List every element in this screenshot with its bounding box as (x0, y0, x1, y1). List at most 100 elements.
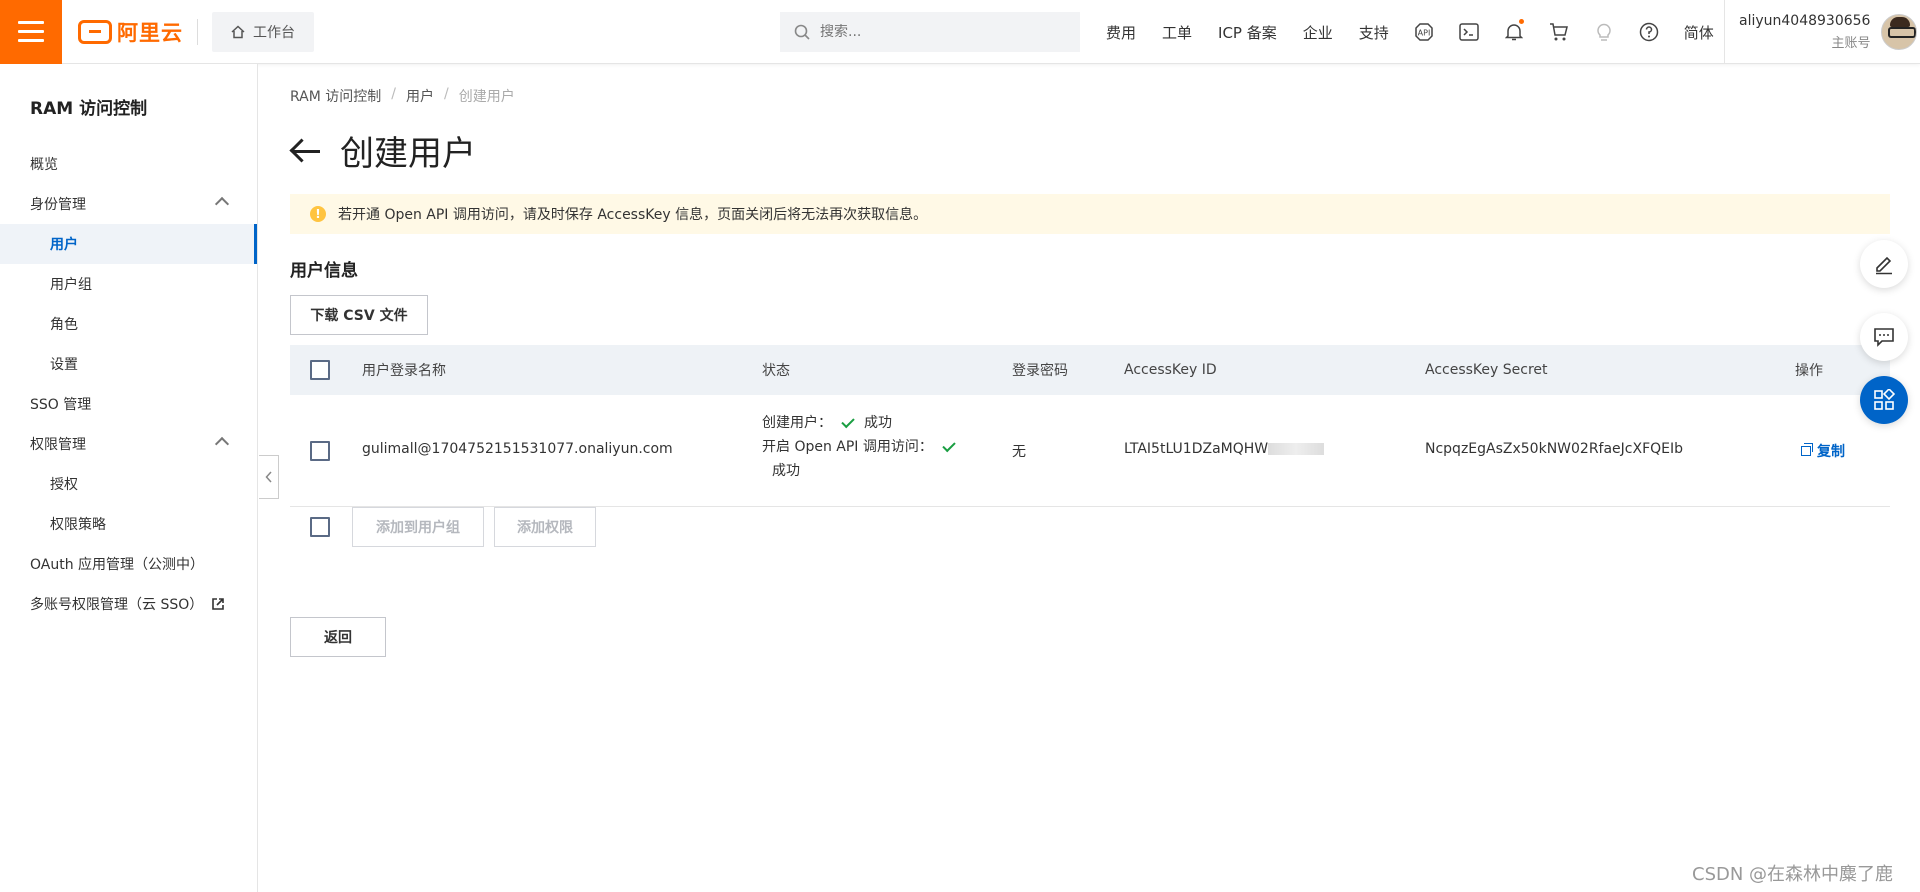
nav-billing[interactable]: 费用 (1106, 22, 1136, 43)
chat-icon (1874, 328, 1894, 347)
sidebar-item-label: SSO 管理 (30, 397, 92, 413)
sidebar-item-overview[interactable]: 概览 (0, 144, 257, 184)
breadcrumb-separator: / (391, 86, 396, 102)
breadcrumb-users[interactable]: 用户 (406, 86, 434, 106)
user-role: 主账号 (1831, 36, 1871, 51)
status-create-label: 创建用户： (762, 415, 832, 431)
success-check-icon (942, 438, 956, 452)
add-permission-button[interactable]: 添加权限 (494, 507, 596, 547)
aliyun-logo[interactable]: 阿里云 (78, 0, 183, 64)
sidebar-item-identity[interactable]: 身份管理 (0, 184, 257, 224)
sidebar-item-sso[interactable]: SSO 管理 (0, 384, 257, 424)
top-nav-links: 费用 工单 ICP 备案 企业 支持 API 简体 (1106, 0, 1714, 64)
divider (197, 18, 198, 45)
header-actions: 操作 (1795, 363, 1823, 379)
access-key-secret: NcpqzEgAsZx50kNW02RfaeJcXFQEIb (1425, 441, 1684, 457)
sidebar-item-grant[interactable]: 授权 (0, 464, 257, 504)
table-header: 用户登录名称 状态 登录密码 AccessKey ID AccessKey Se… (290, 345, 1890, 395)
cart-icon[interactable] (1548, 21, 1570, 43)
search-input[interactable] (820, 24, 1050, 40)
sidebar-item-roles[interactable]: 角色 (0, 304, 257, 344)
row-checkbox[interactable] (310, 441, 330, 461)
search-box[interactable] (780, 12, 1080, 52)
sidebar-item-label: 设置 (50, 357, 78, 373)
sidebar-item-oauth[interactable]: OAuth 应用管理（公测中） (0, 544, 257, 584)
page-title: 创建用户 (290, 126, 476, 175)
avatar[interactable] (1881, 14, 1918, 50)
warning-alert: ! 若开通 Open API 调用访问，请及时保存 AccessKey 信息，页… (290, 194, 1890, 234)
sidebar-item-label: 多账号权限管理（云 SSO） (30, 597, 204, 613)
lightbulb-icon[interactable] (1593, 21, 1615, 43)
breadcrumb-ram[interactable]: RAM 访问控制 (290, 86, 381, 106)
search-icon (794, 24, 810, 40)
sidebar-title: RAM 访问控制 (30, 99, 148, 119)
sidebar-item-settings[interactable]: 设置 (0, 344, 257, 384)
chat-button[interactable] (1860, 313, 1908, 361)
sidebar-item-label: 权限策略 (50, 517, 106, 533)
sidebar-item-label: OAuth 应用管理（公测中） (30, 557, 205, 573)
external-link-icon (212, 598, 225, 610)
header-status: 状态 (762, 363, 790, 379)
notification-dot (1518, 19, 1524, 24)
aliyun-logo-icon (78, 19, 112, 44)
breadcrumb-current: 创建用户 (458, 89, 515, 105)
sidebar-item-groups[interactable]: 用户组 (0, 264, 257, 304)
back-arrow-icon[interactable] (290, 136, 322, 166)
sidebar-item-label: 身份管理 (30, 197, 86, 213)
sidebar-item-label: 用户组 (50, 277, 92, 293)
watermark: CSDN @在森林中麋了鹿 (1692, 864, 1894, 885)
success-check-icon (841, 414, 855, 428)
masked-region (1268, 443, 1325, 455)
hamburger-menu-button[interactable] (0, 0, 62, 64)
nav-icp[interactable]: ICP 备案 (1218, 22, 1277, 43)
user-login-name: gulimall@1704752151531077.onaliyun.com (362, 441, 673, 457)
header-access-key-id: AccessKey ID (1124, 362, 1217, 378)
sidebar-item-users[interactable]: 用户 (0, 224, 257, 264)
terminal-icon[interactable] (1458, 21, 1480, 43)
bulk-action-bar: 添加到用户组 添加权限 (290, 507, 596, 547)
add-to-group-button[interactable]: 添加到用户组 (352, 507, 484, 547)
language-switch[interactable]: 简体 (1684, 22, 1714, 43)
alert-text: 若开通 Open API 调用访问，请及时保存 AccessKey 信息，页面关… (338, 207, 928, 223)
chevron-left-icon (264, 471, 272, 483)
sidebar-item-label: 授权 (50, 477, 78, 493)
copy-link[interactable]: 复制 (1801, 441, 1845, 461)
nav-enterprise[interactable]: 企业 (1303, 22, 1333, 43)
apps-grid-icon (1874, 389, 1895, 410)
header-password: 登录密码 (1012, 363, 1068, 379)
sidebar-item-label: 用户 (50, 237, 78, 253)
sidebar-item-policies[interactable]: 权限策略 (0, 504, 257, 544)
user-account-menu[interactable]: aliyun4048930656 主账号 (1724, 0, 1918, 64)
copy-icon (1801, 443, 1813, 456)
help-icon[interactable] (1638, 21, 1660, 43)
edit-icon (1876, 256, 1892, 275)
feedback-edit-button[interactable] (1860, 240, 1908, 288)
page-title-text: 创建用户 (340, 134, 476, 174)
bulk-select-checkbox[interactable] (310, 517, 330, 537)
download-csv-button[interactable]: 下载 CSV 文件 (290, 295, 428, 335)
status-api-result: 成功 (772, 463, 800, 479)
apps-button[interactable] (1860, 376, 1908, 424)
bell-icon[interactable] (1503, 19, 1525, 43)
sidebar-collapse-toggle[interactable] (259, 455, 279, 499)
warning-icon: ! (310, 206, 326, 222)
nav-tickets[interactable]: 工单 (1162, 22, 1192, 43)
header-access-key-secret: AccessKey Secret (1425, 362, 1548, 378)
workbench-label: 工作台 (253, 24, 295, 41)
access-key-id-cell: LTAI5tLU1DZaMQHW (1124, 441, 1325, 457)
select-all-checkbox[interactable] (310, 360, 330, 380)
workbench-button[interactable]: 工作台 (212, 11, 314, 52)
home-icon (231, 24, 245, 38)
breadcrumb-separator: / (444, 86, 449, 102)
sidebar-item-permissions[interactable]: 权限管理 (0, 424, 257, 464)
section-title: 用户信息 (290, 261, 358, 281)
status-cell: 创建用户： 成功 开启 Open API 调用访问： 成功 (762, 411, 959, 483)
back-button[interactable]: 返回 (290, 617, 386, 657)
nav-support[interactable]: 支持 (1359, 22, 1389, 43)
access-key-id: LTAI5tLU1DZaMQHW (1124, 441, 1269, 457)
status-create: 创建用户： 成功 (762, 411, 959, 435)
api-icon[interactable]: API (1413, 21, 1435, 43)
user-name: aliyun4048930656 (1739, 13, 1871, 29)
sidebar-item-multi-account[interactable]: 多账号权限管理（云 SSO） (0, 584, 257, 624)
top-navigation-bar: 阿里云 工作台 费用 工单 ICP 备案 企业 支持 API (0, 0, 1920, 64)
